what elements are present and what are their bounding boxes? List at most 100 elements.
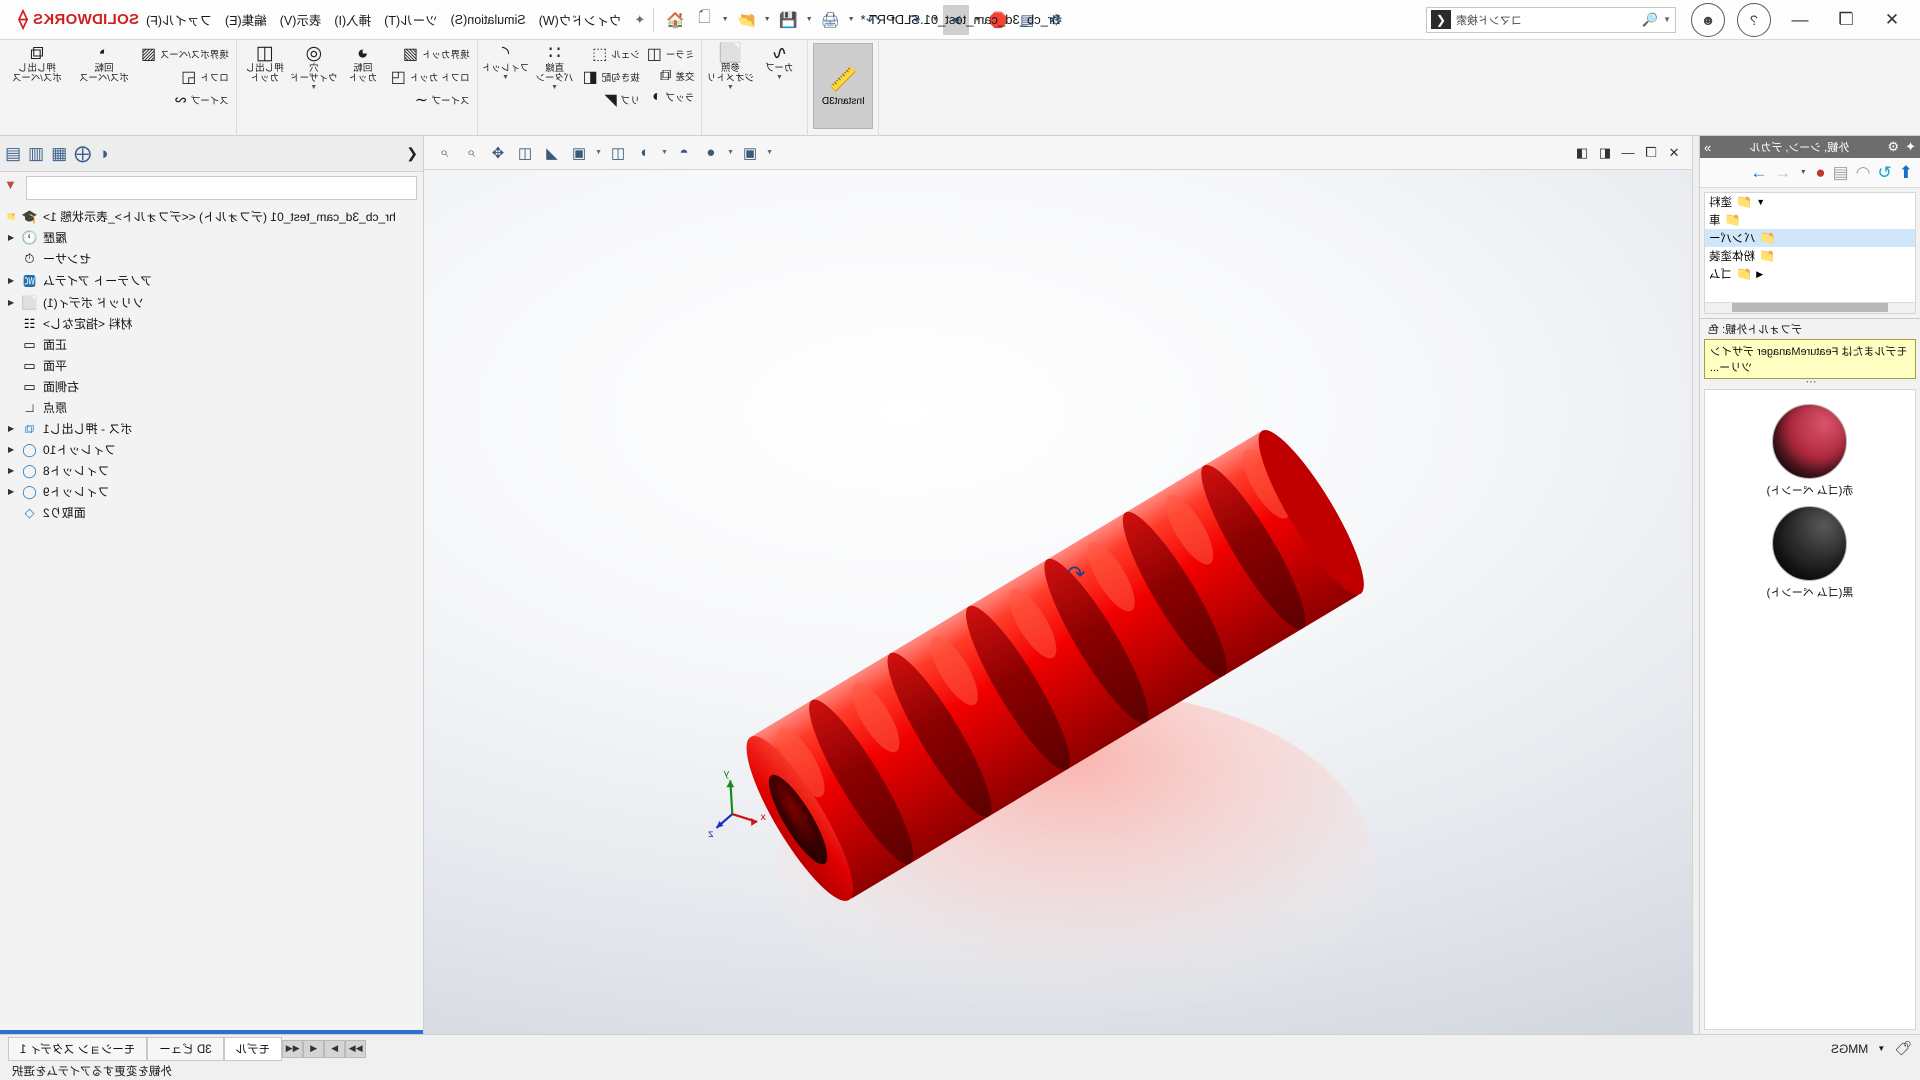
close-doc-icon[interactable]: ✕ bbox=[1664, 145, 1684, 161]
rotate-view-icon[interactable]: ◫ bbox=[513, 140, 537, 166]
horizontal-scrollbar[interactable] bbox=[1705, 302, 1915, 313]
restore-doc-icon[interactable]: ❐ bbox=[1641, 145, 1661, 161]
extrude-cut-button[interactable]: ◫ 押し出し カット bbox=[242, 43, 288, 85]
tree-item-solid-bodies[interactable]: ソリッド ボディ(1) ⬜ ◀ bbox=[0, 292, 423, 313]
sweep-boss-button[interactable]: スイープ ∾ bbox=[139, 89, 231, 111]
curve-button[interactable]: ∿ カーブ ▼ bbox=[756, 43, 802, 82]
tree-item-fillet8[interactable]: フィレット8 ◯ ◀ bbox=[0, 460, 423, 481]
tree-item-material[interactable]: 材料 <指定なし> ☷ bbox=[0, 313, 423, 334]
tile-left-icon[interactable]: ◧ bbox=[1595, 145, 1615, 161]
chevron-left-icon[interactable]: ◀ bbox=[6, 276, 16, 285]
tree-item-part-root[interactable]: hr_cb_3d_cam_test_01 (デフォルト) <<デフォルト>_表示… bbox=[0, 206, 423, 227]
back-arrow-icon[interactable]: ← bbox=[1774, 163, 1791, 183]
chevron-left-icon[interactable]: ◀ bbox=[6, 445, 16, 454]
intersect-button[interactable]: 交差 ⧉ bbox=[645, 66, 697, 86]
feature-manager-tab[interactable]: ▤ bbox=[5, 144, 21, 164]
folder-icon[interactable]: 📁 bbox=[6, 212, 16, 221]
loft-boss-button[interactable]: ロフト ◱ bbox=[139, 66, 231, 88]
section-view-icon[interactable]: ◢ bbox=[540, 140, 564, 166]
menu-item-edit[interactable]: 編集(E) bbox=[225, 10, 267, 29]
chevron-down-icon[interactable]: ▼ bbox=[1877, 1044, 1885, 1053]
book-icon[interactable]: ▤ bbox=[1833, 163, 1849, 183]
display-state-icon[interactable]: ▣ bbox=[738, 140, 762, 166]
configuration-manager-tab[interactable]: ▦ bbox=[51, 144, 67, 164]
pan-view-icon[interactable]: ✥ bbox=[486, 140, 510, 166]
chevron-left-icon[interactable]: ❮ bbox=[406, 145, 418, 162]
view-orientation-icon[interactable]: ▣ bbox=[567, 140, 591, 166]
chevron-down-icon[interactable]: ▼ bbox=[726, 149, 735, 156]
forward-arrow-icon[interactable]: → bbox=[1750, 163, 1767, 183]
chevron-down-icon[interactable]: ▼ bbox=[762, 16, 772, 23]
graphics-area[interactable]: ↶ y z x bbox=[424, 170, 1692, 1034]
help-icon[interactable]: ? bbox=[1737, 2, 1771, 37]
appearance-swatch-black[interactable]: 黒(ゴム ペーント) bbox=[1740, 506, 1880, 600]
shell-button[interactable]: シェル ⬚ bbox=[581, 43, 642, 65]
tab-nav-buttons[interactable]: ▶▶ ▶ ◀ ◀◀ bbox=[282, 1039, 367, 1058]
menu-item-window[interactable]: ウィンドウ(W) bbox=[539, 10, 622, 29]
tab-3d-views[interactable]: 3D ビュー bbox=[147, 1036, 224, 1061]
chevron-down-icon[interactable]: ▼ bbox=[776, 74, 783, 81]
chevron-left-icon[interactable]: ◀ bbox=[6, 424, 16, 433]
nav-next-icon[interactable]: ▶ bbox=[324, 1039, 346, 1058]
restore-window-button[interactable]: ❐ bbox=[1824, 5, 1868, 35]
nav-first-icon[interactable]: ◀◀ bbox=[282, 1039, 304, 1058]
chevron-double-icon[interactable]: » bbox=[1704, 140, 1711, 155]
folder-row-car[interactable]: 📁 車 bbox=[1705, 211, 1915, 229]
tree-item-sensors[interactable]: センサー ⏱ bbox=[0, 248, 423, 269]
fillet-main-button[interactable]: ◜ フィレット ▼ bbox=[482, 43, 529, 82]
display-style-icon[interactable]: ◫ bbox=[606, 140, 630, 166]
minimize-doc-icon[interactable]: — bbox=[1618, 145, 1638, 160]
color-sphere-icon[interactable]: ● bbox=[1815, 163, 1825, 183]
tree-item-front-plane[interactable]: 正面 ▭ bbox=[0, 334, 423, 355]
menu-item-insert[interactable]: 挿入(I) bbox=[334, 10, 371, 29]
loft-cut-button[interactable]: ロフト カット ◳ bbox=[389, 66, 472, 88]
menu-item-view[interactable]: 表示(V) bbox=[280, 10, 322, 29]
sweep-cut-button[interactable]: スイープ ∽ bbox=[389, 89, 472, 111]
property-manager-tab[interactable]: ▥ bbox=[28, 144, 44, 164]
account-icon[interactable]: ☻ bbox=[1691, 2, 1725, 37]
minimize-window-button[interactable]: — bbox=[1778, 5, 1822, 35]
tree-item-chamfer2[interactable]: 面取り2 ◇ bbox=[0, 502, 423, 523]
splitter-handle[interactable]: ⋯ bbox=[1700, 376, 1920, 388]
home-icon[interactable]: 🏠 bbox=[662, 5, 688, 35]
rollback-bar[interactable] bbox=[0, 1030, 423, 1034]
up-arrow-icon[interactable]: ⬆ bbox=[1899, 163, 1913, 183]
tree-item-right-plane[interactable]: 右側面 ▭ bbox=[0, 376, 423, 397]
tree-item-fillet10[interactable]: フィレット10 ◯ ◀ bbox=[0, 439, 423, 460]
save-icon[interactable]: 💾 bbox=[775, 5, 801, 35]
fillet-button[interactable]: ミラー ◫ bbox=[645, 43, 697, 65]
boundary-cut-button[interactable]: 境界カット ▨ bbox=[389, 43, 472, 65]
filter-icon[interactable]: ▼ bbox=[4, 177, 17, 192]
chevron-down-icon[interactable]: ▼ bbox=[765, 149, 774, 156]
tree-item-extrude1[interactable]: ボス - 押し出し1 ⧉ ◀ bbox=[0, 418, 423, 439]
new-document-icon[interactable]: 🗋 bbox=[691, 5, 717, 35]
menu-item-file[interactable]: ファイル(F) bbox=[146, 10, 212, 29]
reference-geometry-button[interactable]: ⬜ 参照 ジオメトリ ▼ bbox=[707, 43, 755, 92]
folder-row-paint[interactable]: ▼ 📁 塗料 bbox=[1705, 193, 1915, 211]
rib-button[interactable]: リブ ◤ bbox=[581, 89, 642, 111]
pin-icon[interactable]: ✦ bbox=[1905, 139, 1916, 155]
left-panel-splitter[interactable] bbox=[1692, 136, 1699, 1034]
revolve-boss-button[interactable]: ◔ 回転 ボス/ベース bbox=[72, 43, 136, 85]
folder-row-bumper[interactable]: 📁 バンパー bbox=[1705, 229, 1915, 247]
hole-wizard-button[interactable]: ◎ 穴 ウィザード ▼ bbox=[290, 43, 338, 92]
hide-show-icon[interactable]: ◑ bbox=[633, 140, 657, 166]
tree-item-annotations[interactable]: アノテート アイテム 🆏 ◀ bbox=[0, 269, 423, 292]
zoom-area-icon[interactable]: ⌕ bbox=[459, 140, 483, 166]
search-badge-icon[interactable]: ❮ bbox=[1431, 10, 1451, 29]
pin-icon[interactable]: ✦ bbox=[634, 12, 645, 28]
view-settings-icon[interactable]: ◓ bbox=[672, 140, 696, 166]
chevron-down-icon[interactable]: ▼ bbox=[660, 149, 669, 156]
tree-item-fillet9[interactable]: フィレット9 ◯ ◀ bbox=[0, 481, 423, 502]
open-icon[interactable]: 📂 bbox=[733, 5, 759, 35]
chevron-left-icon[interactable]: ◀ bbox=[6, 466, 16, 475]
tile-right-icon[interactable]: ◨ bbox=[1572, 145, 1592, 161]
chevron-down-icon[interactable]: ▼ bbox=[594, 149, 603, 156]
chevron-down-icon[interactable]: ▼ bbox=[720, 16, 730, 23]
draft-button[interactable]: 抜き勾配 ◧ bbox=[581, 66, 642, 88]
extrude-boss-button[interactable]: ⧉ 押し出し ボス/ベース bbox=[5, 43, 69, 85]
chevron-left-icon[interactable]: ◀ bbox=[6, 298, 16, 307]
chevron-down-icon[interactable]: ▼ bbox=[846, 16, 856, 23]
tree-item-top-plane[interactable]: 平面 ▭ bbox=[0, 355, 423, 376]
units-indicator[interactable]: 🏷 ▼ MMGS bbox=[1831, 1040, 1912, 1057]
